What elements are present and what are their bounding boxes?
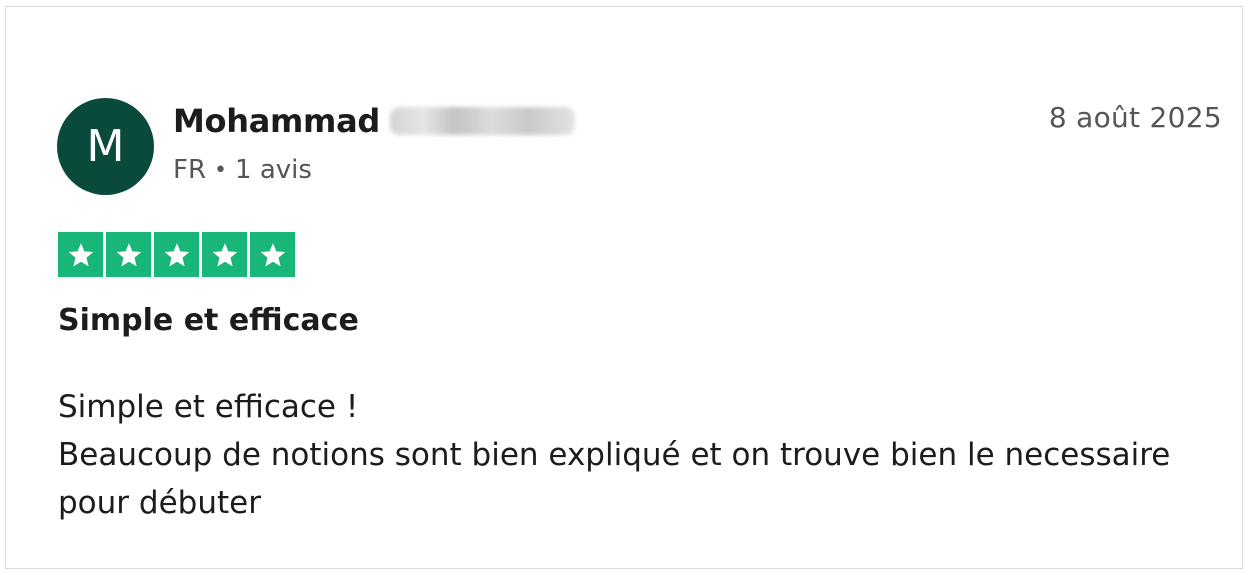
meta-separator-dot: • [214, 157, 228, 183]
avatar[interactable]: M [57, 98, 154, 195]
review-card: M Mohammad FR • 1 avis 8 août 2025 Simpl… [5, 6, 1243, 569]
star-rating [58, 232, 295, 277]
review-date: 8 août 2025 [1048, 101, 1222, 134]
star-icon [154, 232, 199, 277]
reviewer-name-row: Mohammad [173, 99, 575, 143]
review-body-line: Beaucoup de notions sont bien expliqué e… [58, 437, 1171, 473]
review-title[interactable]: Simple et efficace [58, 303, 359, 338]
star-icon [106, 232, 151, 277]
review-body-line: Simple et efficace ! [58, 389, 359, 425]
avatar-initial: M [86, 121, 125, 172]
star-icon [250, 232, 295, 277]
review-body-line: pour débuter [58, 485, 261, 521]
reviewer-country: FR [173, 155, 207, 185]
reviewer-review-count: 1 avis [235, 155, 312, 185]
star-icon [202, 232, 247, 277]
reviewer-meta: FR • 1 avis [173, 155, 312, 185]
review-body: Simple et efficace ! Beaucoup de notions… [58, 383, 1233, 527]
reviewer-name[interactable]: Mohammad [173, 102, 380, 140]
redacted-surname [390, 107, 575, 135]
star-icon [58, 232, 103, 277]
